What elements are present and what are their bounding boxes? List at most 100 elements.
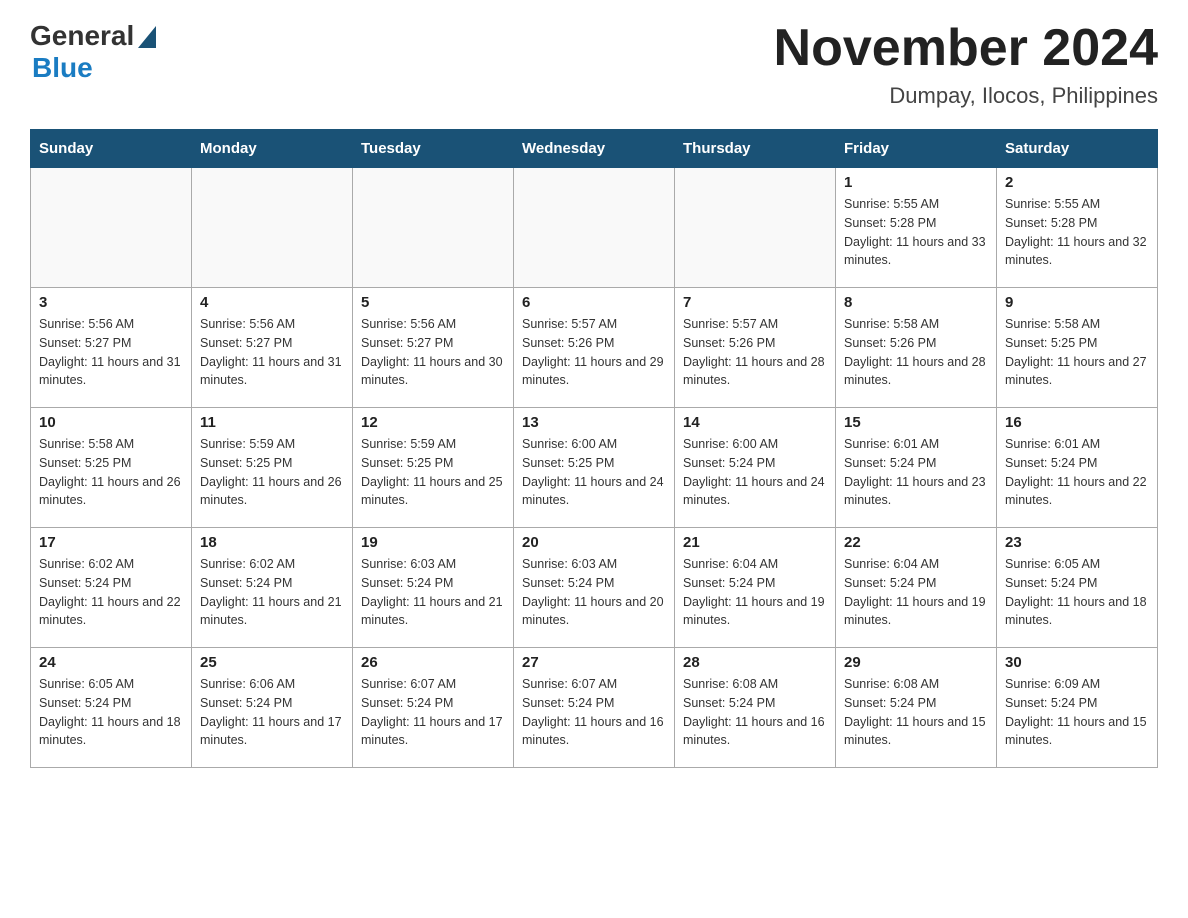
calendar-body: 1 Sunrise: 5:55 AMSunset: 5:28 PMDaylight… xyxy=(31,168,1158,768)
day-number: 17 xyxy=(39,534,183,551)
calendar-day-cell: 10 Sunrise: 5:58 AMSunset: 5:25 PMDayligh… xyxy=(31,408,192,528)
calendar-day-cell: 29Sunrise: 6:08 AMSunset: 5:24 PMDayligh… xyxy=(836,648,997,768)
day-info: Sunrise: 6:03 AMSunset: 5:24 PMDaylight:… xyxy=(361,555,505,630)
calendar-day-cell: 17Sunrise: 6:02 AMSunset: 5:24 PMDayligh… xyxy=(31,528,192,648)
logo-general-text: General xyxy=(30,20,134,52)
logo-top: General xyxy=(30,20,156,52)
calendar-day-header: Sunday xyxy=(31,130,192,168)
day-number: 2 xyxy=(1005,174,1149,191)
day-info: Sunrise: 6:01 AMSunset: 5:24 PMDaylight:… xyxy=(1005,435,1149,510)
calendar-day-cell: 24 Sunrise: 6:05 AMSunset: 5:24 PMDayligh… xyxy=(31,648,192,768)
day-info: Sunrise: 5:56 AMSunset: 5:27 PMDaylight:… xyxy=(39,315,183,390)
day-number: 10 xyxy=(39,414,183,431)
day-number: 9 xyxy=(1005,294,1149,311)
day-info: Sunrise: 6:04 AMSunset: 5:24 PMDaylight:… xyxy=(683,555,827,630)
page-header: General Blue November 2024 Dumpay, Iloco… xyxy=(30,20,1158,109)
day-info: Sunrise: 6:05 AMSunset: 5:24 PMDaylight:… xyxy=(1005,555,1149,630)
calendar-day-header: Saturday xyxy=(997,130,1158,168)
day-number: 19 xyxy=(361,534,505,551)
calendar-week-row: 17 Sunrise: 6:02 AMSunset: 5:24 PMDayligh… xyxy=(31,528,1158,648)
day-info: Sunrise: 6:07 AMSunset: 5:24 PMDaylight:… xyxy=(522,675,666,750)
day-info: Sunrise: 6:01 AMSunset: 5:24 PMDaylight:… xyxy=(844,435,988,510)
calendar-day-cell: 14Sunrise: 6:00 AMSunset: 5:24 PMDayligh… xyxy=(675,408,836,528)
calendar-day-cell xyxy=(31,168,192,288)
day-info: Sunrise: 5:57 AMSunset: 5:26 PMDaylight:… xyxy=(522,315,666,390)
day-info: Sunrise: 6:02 AMSunset: 5:24 PMDaylight:… xyxy=(200,555,344,630)
day-info: Sunrise: 6:07 AMSunset: 5:24 PMDaylight:… xyxy=(361,675,505,750)
day-number: 12 xyxy=(361,414,505,431)
day-number: 26 xyxy=(361,654,505,671)
day-info: Sunrise: 5:58 AMSunset: 5:25 PMDaylight:… xyxy=(39,435,183,510)
calendar-day-cell xyxy=(353,168,514,288)
calendar-day-header: Friday xyxy=(836,130,997,168)
calendar-day-header: Thursday xyxy=(675,130,836,168)
day-number: 1 xyxy=(844,174,988,191)
day-number: 21 xyxy=(683,534,827,551)
calendar-week-row: 24 Sunrise: 6:05 AMSunset: 5:24 PMDayligh… xyxy=(31,648,1158,768)
calendar-day-cell: 23 Sunrise: 6:05 AMSunset: 5:24 PMDayligh… xyxy=(997,528,1158,648)
day-number: 23 xyxy=(1005,534,1149,551)
day-number: 14 xyxy=(683,414,827,431)
day-number: 4 xyxy=(200,294,344,311)
calendar-week-row: 10 Sunrise: 5:58 AMSunset: 5:25 PMDayligh… xyxy=(31,408,1158,528)
day-info: Sunrise: 6:03 AMSunset: 5:24 PMDaylight:… xyxy=(522,555,666,630)
title-block: November 2024 Dumpay, Ilocos, Philippine… xyxy=(774,20,1158,109)
day-number: 22 xyxy=(844,534,988,551)
calendar-day-cell: 7Sunrise: 5:57 AMSunset: 5:26 PMDaylight… xyxy=(675,288,836,408)
calendar-day-cell: 8 Sunrise: 5:58 AMSunset: 5:26 PMDaylight… xyxy=(836,288,997,408)
day-number: 20 xyxy=(522,534,666,551)
day-info: Sunrise: 5:58 AMSunset: 5:25 PMDaylight:… xyxy=(1005,315,1149,390)
day-number: 6 xyxy=(522,294,666,311)
day-number: 11 xyxy=(200,414,344,431)
location-subtitle: Dumpay, Ilocos, Philippines xyxy=(774,83,1158,109)
calendar-day-cell: 12Sunrise: 5:59 AMSunset: 5:25 PMDayligh… xyxy=(353,408,514,528)
calendar-day-cell: 26 Sunrise: 6:07 AMSunset: 5:24 PMDayligh… xyxy=(353,648,514,768)
calendar-day-cell: 20 Sunrise: 6:03 AMSunset: 5:24 PMDayligh… xyxy=(514,528,675,648)
calendar-day-cell: 18 Sunrise: 6:02 AMSunset: 5:24 PMDayligh… xyxy=(192,528,353,648)
calendar-day-cell xyxy=(192,168,353,288)
calendar-day-header: Monday xyxy=(192,130,353,168)
calendar-day-cell: 4 Sunrise: 5:56 AMSunset: 5:27 PMDaylight… xyxy=(192,288,353,408)
day-info: Sunrise: 5:57 AMSunset: 5:26 PMDaylight:… xyxy=(683,315,827,390)
calendar-day-cell: 21 Sunrise: 6:04 AMSunset: 5:24 PMDayligh… xyxy=(675,528,836,648)
month-title: November 2024 xyxy=(774,20,1158,77)
day-info: Sunrise: 5:56 AMSunset: 5:27 PMDaylight:… xyxy=(200,315,344,390)
calendar-day-header: Tuesday xyxy=(353,130,514,168)
day-number: 3 xyxy=(39,294,183,311)
calendar-week-row: 1 Sunrise: 5:55 AMSunset: 5:28 PMDaylight… xyxy=(31,168,1158,288)
day-number: 18 xyxy=(200,534,344,551)
calendar-day-cell: 27 Sunrise: 6:07 AMSunset: 5:24 PMDayligh… xyxy=(514,648,675,768)
day-number: 25 xyxy=(200,654,344,671)
calendar-day-cell: 25 Sunrise: 6:06 AMSunset: 5:24 PMDayligh… xyxy=(192,648,353,768)
calendar-day-cell: 11Sunrise: 5:59 AMSunset: 5:25 PMDayligh… xyxy=(192,408,353,528)
calendar-day-cell: 28 Sunrise: 6:08 AMSunset: 5:24 PMDayligh… xyxy=(675,648,836,768)
calendar-day-cell: 15 Sunrise: 6:01 AMSunset: 5:24 PMDayligh… xyxy=(836,408,997,528)
day-number: 29 xyxy=(844,654,988,671)
calendar-day-cell: 9 Sunrise: 5:58 AMSunset: 5:25 PMDaylight… xyxy=(997,288,1158,408)
calendar-day-cell: 5Sunrise: 5:56 AMSunset: 5:27 PMDaylight… xyxy=(353,288,514,408)
day-number: 24 xyxy=(39,654,183,671)
calendar-week-row: 3 Sunrise: 5:56 AMSunset: 5:27 PMDaylight… xyxy=(31,288,1158,408)
calendar-day-cell: 6 Sunrise: 5:57 AMSunset: 5:26 PMDaylight… xyxy=(514,288,675,408)
day-number: 28 xyxy=(683,654,827,671)
logo-triangle-icon xyxy=(138,26,156,48)
day-number: 15 xyxy=(844,414,988,431)
calendar-day-cell: 3 Sunrise: 5:56 AMSunset: 5:27 PMDaylight… xyxy=(31,288,192,408)
calendar-day-cell: 13Sunrise: 6:00 AMSunset: 5:25 PMDayligh… xyxy=(514,408,675,528)
day-info: Sunrise: 6:05 AMSunset: 5:24 PMDaylight:… xyxy=(39,675,183,750)
day-number: 30 xyxy=(1005,654,1149,671)
calendar-day-cell: 2 Sunrise: 5:55 AMSunset: 5:28 PMDaylight… xyxy=(997,168,1158,288)
day-info: Sunrise: 5:55 AMSunset: 5:28 PMDaylight:… xyxy=(1005,195,1149,270)
calendar-day-header: Wednesday xyxy=(514,130,675,168)
day-info: Sunrise: 5:55 AMSunset: 5:28 PMDaylight:… xyxy=(844,195,988,270)
day-info: Sunrise: 5:58 AMSunset: 5:26 PMDaylight:… xyxy=(844,315,988,390)
day-number: 13 xyxy=(522,414,666,431)
calendar-day-cell: 16Sunrise: 6:01 AMSunset: 5:24 PMDayligh… xyxy=(997,408,1158,528)
day-number: 27 xyxy=(522,654,666,671)
day-info: Sunrise: 6:08 AMSunset: 5:24 PMDaylight:… xyxy=(683,675,827,750)
day-number: 8 xyxy=(844,294,988,311)
calendar-day-cell: 30Sunrise: 6:09 AMSunset: 5:24 PMDayligh… xyxy=(997,648,1158,768)
day-info: Sunrise: 6:06 AMSunset: 5:24 PMDaylight:… xyxy=(200,675,344,750)
logo-blue-text: Blue xyxy=(32,52,93,84)
calendar-day-cell xyxy=(675,168,836,288)
